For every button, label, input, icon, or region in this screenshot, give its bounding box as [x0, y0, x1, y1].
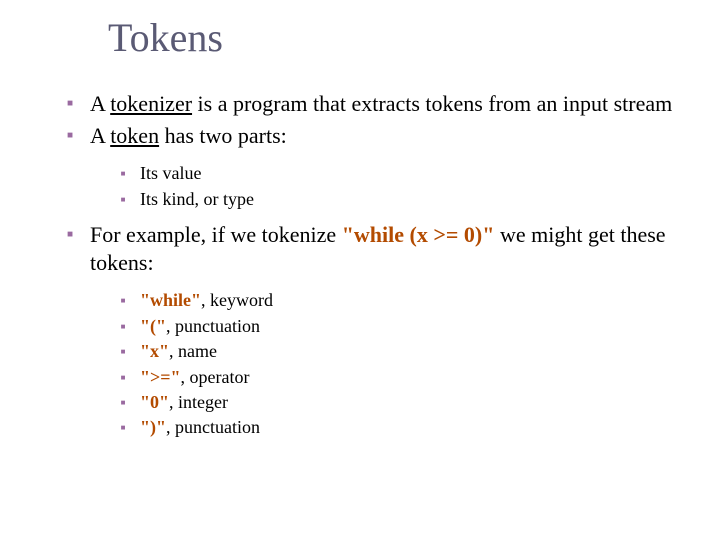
code-fragment: "while (x >= 0)" [342, 222, 495, 247]
text-fragment: , integer [169, 392, 228, 412]
bullet-item: ■ A tokenizer is a program that extracts… [50, 90, 690, 118]
sub-bullet-item: ■ ">=", operator [106, 366, 690, 389]
bullet-text: A token has two parts: [90, 122, 690, 150]
text-fragment: , name [169, 341, 217, 361]
code-fragment: ")" [140, 417, 166, 437]
sub-bullet-text: Its kind, or type [140, 188, 690, 211]
sub-bullet-item: ■ "0", integer [106, 391, 690, 414]
sub-bullet-text: ">=", operator [140, 366, 690, 389]
text-fragment: A [90, 91, 110, 116]
text-fragment: , punctuation [166, 316, 260, 336]
slide-body: ■ A tokenizer is a program that extracts… [50, 90, 690, 442]
slide-title: Tokens [108, 14, 223, 61]
text-fragment: , operator [181, 367, 250, 387]
sub-bullet-text: "x", name [140, 340, 690, 363]
bullet-text: A tokenizer is a program that extracts t… [90, 90, 690, 118]
code-fragment: ">=" [140, 367, 181, 387]
text-fragment: , keyword [201, 290, 273, 310]
square-bullet-icon: ■ [50, 221, 90, 242]
square-bullet-icon: ■ [106, 416, 140, 433]
square-bullet-icon: ■ [106, 289, 140, 306]
code-fragment: "(" [140, 316, 166, 336]
bullet-item: ■ A token has two parts: [50, 122, 690, 150]
code-fragment: "x" [140, 341, 169, 361]
code-fragment: "0" [140, 392, 169, 412]
square-bullet-icon: ■ [50, 122, 90, 143]
square-bullet-icon: ■ [106, 391, 140, 408]
underlined-term: token [110, 123, 159, 148]
square-bullet-icon: ■ [106, 366, 140, 383]
sub-bullet-text: "0", integer [140, 391, 690, 414]
sub-bullet-item: ■ Its kind, or type [106, 188, 690, 211]
text-fragment: A [90, 123, 110, 148]
sub-bullet-text: "while", keyword [140, 289, 690, 312]
square-bullet-icon: ■ [106, 162, 140, 179]
slide: Tokens ■ A tokenizer is a program that e… [0, 0, 720, 540]
square-bullet-icon: ■ [106, 315, 140, 332]
text-fragment: For example, if we tokenize [90, 222, 342, 247]
underlined-term: tokenizer [110, 91, 192, 116]
sub-bullet-text: ")", punctuation [140, 416, 690, 439]
bullet-text: For example, if we tokenize "while (x >=… [90, 221, 690, 277]
sub-bullet-item: ■ "x", name [106, 340, 690, 363]
sub-bullet-item: ■ ")", punctuation [106, 416, 690, 439]
sub-bullet-text: Its value [140, 162, 690, 185]
sub-bullet-item: ■ "(", punctuation [106, 315, 690, 338]
sub-bullet-item: ■ Its value [106, 162, 690, 185]
sub-bullet-item: ■ "while", keyword [106, 289, 690, 312]
bullet-item: ■ For example, if we tokenize "while (x … [50, 221, 690, 277]
square-bullet-icon: ■ [50, 90, 90, 111]
text-fragment: has two parts: [159, 123, 287, 148]
square-bullet-icon: ■ [106, 188, 140, 205]
sub-bullet-text: "(", punctuation [140, 315, 690, 338]
text-fragment: is a program that extracts tokens from a… [192, 91, 672, 116]
code-fragment: "while" [140, 290, 201, 310]
square-bullet-icon: ■ [106, 340, 140, 357]
text-fragment: , punctuation [166, 417, 260, 437]
